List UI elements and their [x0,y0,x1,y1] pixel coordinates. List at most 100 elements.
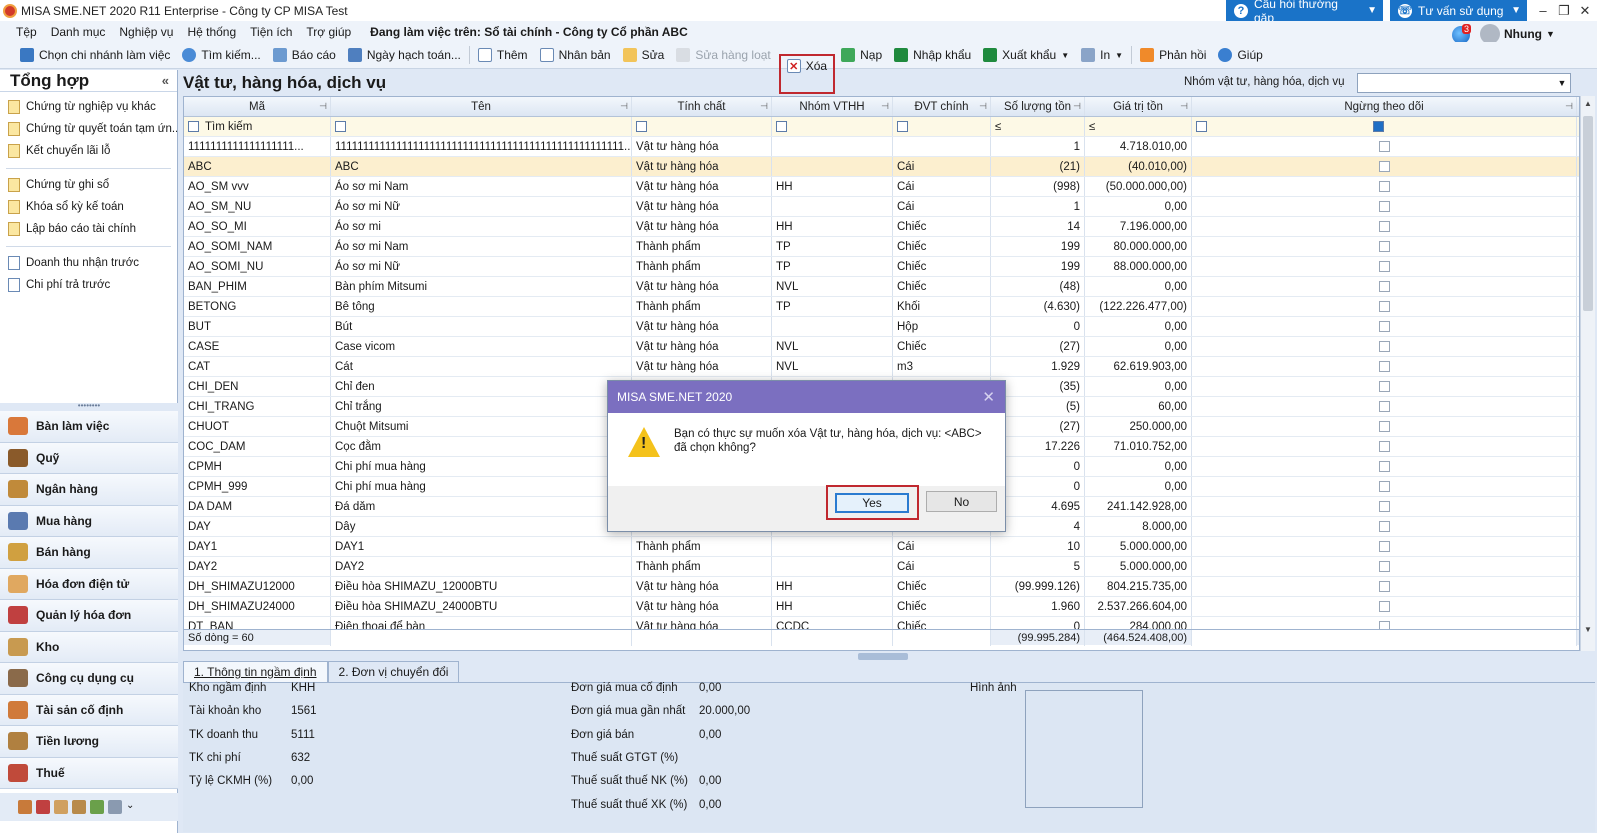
module-bank[interactable]: Ngân hàng [0,474,178,506]
table-row[interactable]: BUT Bút Vật tư hàng hóa Hộp 0 0,00 [184,317,1579,337]
pin-icon[interactable]: ⊣ [1180,101,1188,112]
search-button[interactable]: Tìm kiếm... [176,43,266,67]
inactive-checkbox[interactable] [1378,541,1390,552]
module-purchase[interactable]: Mua hàng [0,505,178,537]
feedback-button[interactable]: Phản hồi [1134,43,1212,67]
item-image[interactable] [1025,690,1143,808]
inactive-checkbox[interactable] [1378,361,1390,372]
sidebar-item[interactable]: Chứng từ ghi sổ [0,174,177,196]
module-tools[interactable]: Công cụ dụng cụ [0,663,178,695]
table-row[interactable]: CASE Case vicom Vật tư hàng hóa NVL Chiếc (27… [184,337,1579,357]
inactive-checkbox[interactable] [1378,601,1390,612]
close-window-button[interactable]: ✕ [1574,0,1596,21]
module-fixed-assets[interactable]: Tài sản cố định [0,694,178,726]
column-header-nature[interactable]: Tính chất ⊣ [632,97,772,116]
print-button[interactable]: In ▼ [1075,43,1129,67]
column-header-unit[interactable]: ĐVT chính ⊣ [893,97,991,116]
table-row[interactable]: BAN_PHIM Bàn phím Mitsumi Vật tư hàng hóa N… [184,277,1579,297]
filter-operator-icon[interactable] [1196,121,1207,132]
inactive-checkbox[interactable] [1378,201,1390,212]
module-tax[interactable]: Thuế [0,757,178,789]
maximize-button[interactable]: ❐ [1553,0,1575,21]
branch-button[interactable]: Chọn chi nhánh làm việc [14,43,176,67]
inactive-checkbox[interactable] [1378,221,1390,232]
module-shortcut-icon[interactable] [72,800,86,814]
scroll-up-icon[interactable]: ▲ [1581,96,1595,111]
module-desktop[interactable]: Bàn làm việc [0,411,178,443]
pin-icon[interactable]: ⊣ [620,101,628,112]
group-filter-select[interactable]: ▼ [1357,73,1571,93]
module-sales[interactable]: Bán hàng [0,537,178,569]
inactive-checkbox[interactable] [1378,521,1390,532]
module-shortcut-icon[interactable] [90,800,104,814]
table-row[interactable]: DH_SHIMAZU24000 Điều hòa SHIMAZU_24000BTU… [184,597,1579,617]
posting-date-button[interactable]: Ngày hạch toán... [342,43,467,67]
filter-operator-icon[interactable] [636,121,647,132]
tab-unit-conversion[interactable]: 2. Đơn vị chuyển đổi [327,661,460,682]
menu-operations[interactable]: Nghiệp vụ [112,25,180,39]
module-shortcut-icon[interactable] [54,800,68,814]
consult-button[interactable]: ☏ Tư vấn sử dụng ▼ [1390,0,1527,21]
filter-inactive[interactable] [1192,117,1577,136]
inactive-checkbox[interactable] [1378,381,1390,392]
table-row[interactable]: AO_SO_MI Áo sơ mi Vật tư hàng hóa HH Chiếc 14… [184,217,1579,237]
module-e-invoice[interactable]: Hóa đơn điện tử [0,568,178,600]
tab-default-info[interactable]: 1. Thông tin ngầm định [183,661,328,682]
inactive-checkbox[interactable] [1378,241,1390,252]
table-row[interactable]: DAY2 DAY2 Thành phẩm Cái 5 5.000.000,00 [184,557,1579,577]
column-header-name[interactable]: Tên ⊣ [331,97,632,116]
export-button[interactable]: Xuất khẩu ▼ [977,43,1075,67]
column-header-inactive[interactable]: Ngừng theo dõi ⊣ [1192,97,1577,116]
table-row[interactable]: 1111111111111111111... 111111111111111111… [184,137,1579,157]
menu-utilities[interactable]: Tiện ích [243,25,299,39]
inactive-checkbox[interactable] [1378,341,1390,352]
sidebar-item[interactable]: Chứng từ quyết toán tạm ứn... [0,118,177,140]
module-invoice-management[interactable]: Quản lý hóa đơn [0,600,178,632]
pin-icon[interactable]: ⊣ [881,101,889,112]
column-header-code[interactable]: Mã ⊣ [184,97,331,116]
filter-name[interactable] [331,117,632,136]
filter-operator-icon[interactable] [897,121,908,132]
sidebar-item[interactable]: Khóa sổ kỳ kế toán [0,196,177,218]
filter-group[interactable] [772,117,893,136]
sidebar-item[interactable]: Chi phí trả trước [0,274,177,296]
yes-button[interactable]: Yes [835,493,909,513]
collapse-icon[interactable]: « [162,73,169,88]
inactive-checkbox[interactable] [1378,481,1390,492]
faq-button[interactable]: ? Câu hỏi thường gặp ▼ [1226,0,1383,25]
inactive-checkbox[interactable] [1378,561,1390,572]
filter-unit[interactable] [893,117,991,136]
scroll-thumb[interactable] [1583,116,1593,311]
table-row[interactable]: DAY1 DAY1 Thành phẩm Cái 10 5.000.000,00 [184,537,1579,557]
inactive-checkbox[interactable] [1378,181,1390,192]
column-header-group[interactable]: Nhóm VTHH ⊣ [772,97,893,116]
report-button[interactable]: Báo cáo [267,43,342,67]
filter-checkbox[interactable] [1373,121,1384,132]
load-button[interactable]: Nạp [835,43,888,67]
filter-code[interactable]: Tìm kiếm [184,117,331,136]
table-row[interactable]: AO_SM_NU Áo sơ mi Nữ Vật tư hàng hóa Cái 1 0,… [184,197,1579,217]
filter-operator-icon[interactable] [335,121,346,132]
table-row[interactable]: DH_SHIMAZU12000 Điều hòa SHIMAZU_12000BTU… [184,577,1579,597]
module-cash[interactable]: Quỹ [0,442,178,474]
column-header-value[interactable]: Giá trị tồn ⊣ [1085,97,1192,116]
minimize-button[interactable]: – [1532,0,1554,21]
help-button[interactable]: Giúp [1212,43,1268,67]
inactive-checkbox[interactable] [1378,281,1390,292]
filter-value[interactable]: ≤ [1085,117,1192,136]
module-shortcut-icon[interactable] [108,800,122,814]
module-shortcut-icon[interactable] [18,800,32,814]
chevron-down-icon[interactable]: ▼ [1554,74,1570,92]
module-payroll[interactable]: Tiền lương [0,726,178,758]
pin-icon[interactable]: ⊣ [1073,101,1081,112]
module-shortcut-icon[interactable] [36,800,50,814]
table-row[interactable]: ABC ABC Vật tư hàng hóa Cái (21) (40.010,00) [184,157,1579,177]
chevron-down-icon[interactable]: ⌄ [126,800,134,814]
inactive-checkbox[interactable] [1378,301,1390,312]
inactive-checkbox[interactable] [1378,401,1390,412]
table-row[interactable]: AO_SOMI_NU Áo sơ mi Nữ Thành phẩm TP Chiếc 19… [184,257,1579,277]
inactive-checkbox[interactable] [1378,161,1390,172]
table-row[interactable]: AO_SM vvv Áo sơ mi Nam Vật tư hàng hóa HH Cá… [184,177,1579,197]
filter-operator-icon[interactable] [188,121,199,132]
add-button[interactable]: Thêm [472,43,534,67]
